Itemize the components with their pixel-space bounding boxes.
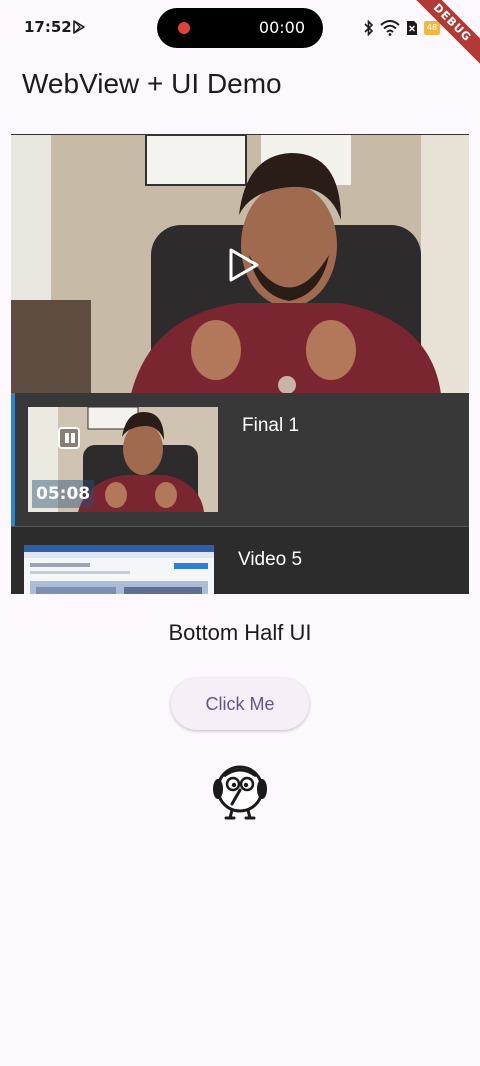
battery-icon: 48	[424, 21, 440, 35]
bluetooth-icon	[364, 20, 374, 36]
record-dot-icon	[178, 22, 190, 34]
screen-record-pill[interactable]: 00:00	[157, 8, 323, 48]
status-icons: 48	[364, 18, 440, 38]
no-sim-icon	[407, 21, 417, 35]
page-title: WebView + UI Demo	[22, 68, 282, 99]
play-store-icon	[73, 20, 85, 34]
status-time: 17:52	[24, 18, 72, 36]
bird-mascot-icon	[213, 765, 267, 820]
embedded-webview[interactable]: 05:08 Final 1 Video 5	[11, 134, 469, 594]
bottom-half-label: Bottom Half UI	[168, 620, 312, 645]
status-bar: 17:52 00:00 48 DEBUG	[0, 0, 480, 69]
video-thumbnail	[24, 545, 214, 594]
playlist-item-title: Final 1	[242, 415, 300, 436]
wifi-icon	[380, 20, 400, 36]
click-me-button[interactable]: Click Me	[171, 678, 309, 730]
playlist-item-video-5[interactable]: Video 5	[11, 526, 469, 594]
pause-icon[interactable]	[58, 427, 80, 449]
video-duration: 05:08	[32, 480, 95, 508]
play-icon[interactable]	[227, 247, 261, 283]
playlist-item-title: Video 5	[238, 549, 303, 570]
video-player[interactable]	[11, 134, 469, 393]
video-thumbnail: 05:08	[28, 407, 218, 512]
record-timer: 00:00	[258, 18, 305, 37]
playlist-item-final-1[interactable]: 05:08 Final 1	[11, 393, 469, 526]
